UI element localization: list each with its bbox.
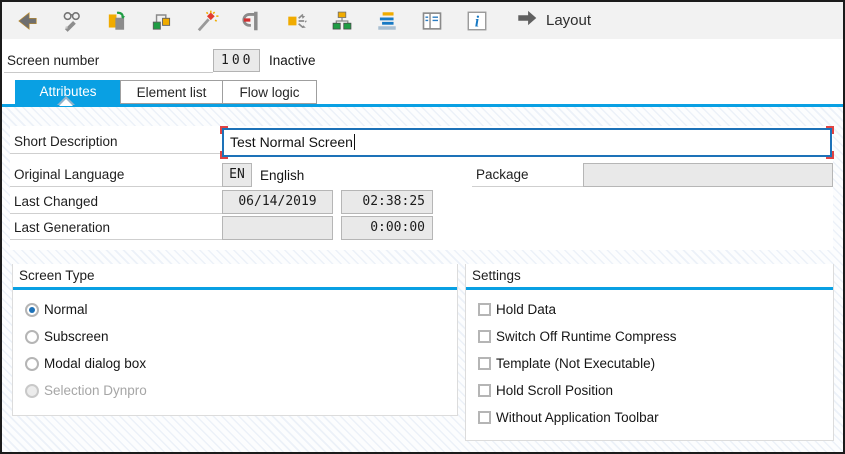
radio-normal[interactable]: Normal	[25, 296, 457, 323]
original-language-field: EN	[222, 163, 252, 187]
copy-icon[interactable]	[104, 8, 129, 34]
display-change-icon[interactable]	[59, 8, 84, 34]
screen-number-field: 100	[213, 49, 260, 72]
layout-button-label: Layout	[546, 12, 591, 29]
checkbox-label: Without Application Toolbar	[496, 410, 659, 425]
checkbox-hold-scroll-position[interactable]: Hold Scroll Position	[478, 377, 833, 404]
application-toolbar: i Layout	[2, 2, 843, 40]
focus-corner-icon	[220, 151, 228, 159]
last-changed-label: Last Changed	[10, 191, 222, 214]
tabstrip-underline	[2, 104, 843, 107]
checkbox-unchecked-icon	[478, 384, 491, 397]
svg-text:i: i	[474, 13, 479, 30]
package-field	[583, 163, 833, 187]
checkbox-label: Template (Not Executable)	[496, 356, 655, 371]
last-generation-label: Last Generation	[10, 217, 222, 240]
package-label: Package	[472, 164, 583, 187]
back-icon[interactable]	[14, 8, 39, 34]
short-description-value: Test Normal Screen	[230, 134, 353, 150]
where-used-icon[interactable]	[284, 8, 309, 34]
checkbox-template-not-executable[interactable]: Template (Not Executable)	[478, 350, 833, 377]
last-changed-date-field: 06/14/2019	[222, 190, 333, 214]
screen-painter-window: i Layout Screen number 100 Inactive Attr…	[0, 0, 845, 454]
checkbox-unchecked-icon	[478, 330, 491, 343]
text-caret	[354, 134, 355, 150]
radio-selection-dynpro: Selection Dynpro	[25, 377, 457, 404]
screen-type-group-title: Screen Type	[13, 264, 457, 287]
radio-label: Subscreen	[44, 329, 109, 344]
last-generation-date-field	[222, 216, 333, 240]
checkbox-unchecked-icon	[478, 357, 491, 370]
radio-label: Modal dialog box	[44, 356, 146, 371]
radio-subscreen[interactable]: Subscreen	[25, 323, 457, 350]
information-icon[interactable]: i	[464, 8, 489, 34]
last-generation-time-field: 0:00:00	[341, 216, 433, 240]
hierarchy-icon[interactable]	[329, 8, 354, 34]
focus-corner-icon	[220, 126, 228, 134]
tab-element-list[interactable]: Element list	[120, 80, 223, 104]
screen-type-group: Screen Type Normal Subscreen Modal dialo…	[12, 264, 458, 416]
focus-corner-icon	[826, 151, 834, 159]
radio-unselected-icon	[25, 330, 39, 344]
radio-modal-dialog-box[interactable]: Modal dialog box	[25, 350, 457, 377]
checkbox-unchecked-icon	[478, 411, 491, 424]
checkbox-without-application-toolbar[interactable]: Without Application Toolbar	[478, 404, 833, 431]
radio-selected-icon	[25, 303, 39, 317]
layout-arrow-icon	[515, 6, 539, 35]
test-icon[interactable]	[239, 8, 264, 34]
settings-group: Settings Hold Data Switch Off Runtime Co…	[465, 264, 834, 441]
radio-label: Selection Dynpro	[44, 383, 147, 398]
tab-flow-logic[interactable]: Flow logic	[222, 80, 317, 104]
generate-wand-icon[interactable]	[194, 8, 219, 34]
attributes-form: Short Description Test Normal Screen Ori…	[10, 126, 833, 250]
last-changed-time-field: 02:38:25	[341, 190, 433, 214]
checkbox-label: Hold Scroll Position	[496, 383, 613, 398]
screen-number-label: Screen number	[4, 50, 213, 73]
assign-icon[interactable]	[149, 8, 174, 34]
table-view-icon[interactable]	[419, 8, 444, 34]
radio-disabled-icon	[25, 384, 39, 398]
radio-label: Normal	[44, 302, 88, 317]
original-language-label: Original Language	[10, 164, 222, 187]
sort-list-icon[interactable]	[374, 8, 399, 34]
layout-button[interactable]: Layout	[515, 6, 591, 35]
short-description-label: Short Description	[10, 131, 222, 154]
radio-unselected-icon	[25, 357, 39, 371]
checkbox-label: Hold Data	[496, 302, 556, 317]
checkbox-unchecked-icon	[478, 303, 491, 316]
focus-corner-icon	[826, 126, 834, 134]
checkbox-hold-data[interactable]: Hold Data	[478, 296, 833, 323]
header-area: Screen number 100 Inactive Attributes El…	[2, 39, 843, 104]
checkbox-label: Switch Off Runtime Compress	[496, 329, 677, 344]
language-text: English	[260, 164, 304, 187]
status-text: Inactive	[269, 49, 316, 72]
short-description-input[interactable]: Test Normal Screen	[222, 128, 832, 157]
checkbox-switch-off-runtime-compress[interactable]: Switch Off Runtime Compress	[478, 323, 833, 350]
settings-group-title: Settings	[466, 264, 833, 287]
